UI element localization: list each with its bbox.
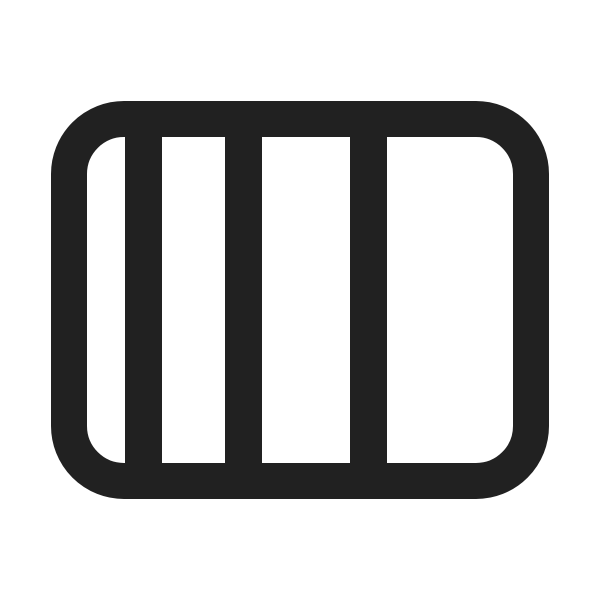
divider-2 [225, 119, 262, 481]
divider-3 [350, 119, 387, 481]
divider-1 [125, 119, 162, 481]
icon-canvas [0, 0, 600, 600]
board-columns-icon [51, 101, 549, 499]
